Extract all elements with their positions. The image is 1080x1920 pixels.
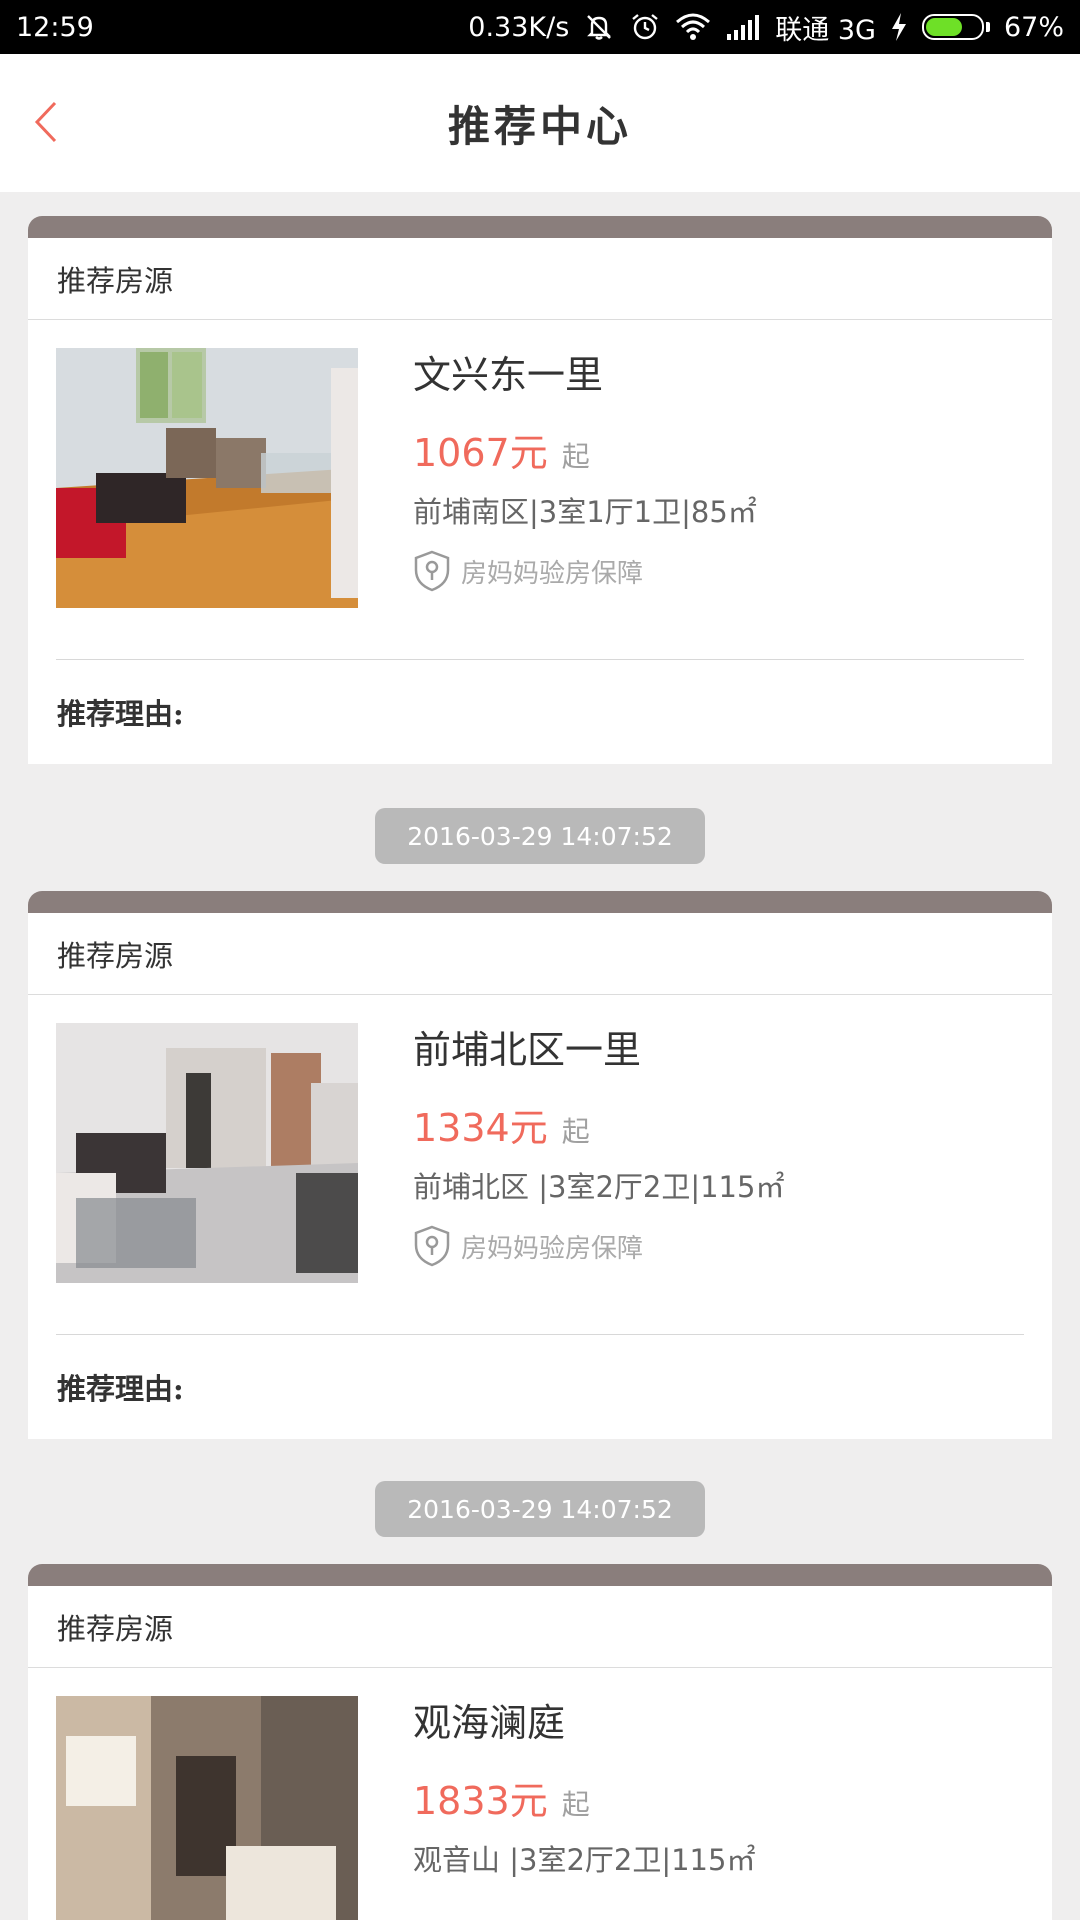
card-top-band bbox=[28, 891, 1052, 913]
listing-name[interactable]: 文兴东一里 bbox=[413, 348, 1032, 408]
alarm-icon bbox=[629, 11, 661, 43]
guarantee-badge: 房妈妈验房保障 bbox=[413, 1225, 1032, 1267]
listing-detail: 前埔南区|3室1厅1卫|85㎡ bbox=[413, 495, 757, 529]
section-label: 推荐房源 bbox=[28, 238, 1052, 320]
guarantee-text: 房妈妈验房保障 bbox=[461, 558, 644, 589]
guarantee-text: 房妈妈验房保障 bbox=[461, 1233, 644, 1264]
listing-name[interactable]: 观海澜庭 bbox=[413, 1696, 1032, 1756]
listing-price: 1334元 bbox=[413, 1106, 548, 1150]
carrier-label: 联通 3G bbox=[775, 14, 876, 46]
battery-icon bbox=[921, 14, 990, 40]
reason-label: 推荐理由: bbox=[57, 1372, 184, 1406]
listing-card[interactable]: 推荐房源 观海澜庭 1833元 起 观音山 |3室2厅2卫|115㎡ bbox=[28, 1564, 1052, 1920]
timestamp-badge: 2016-03-29 14:07:52 bbox=[375, 1481, 705, 1537]
shield-icon bbox=[414, 1225, 450, 1267]
listing-photo[interactable] bbox=[56, 348, 358, 608]
timestamp-badge: 2016-03-29 14:07:52 bbox=[375, 808, 705, 864]
chevron-left-icon bbox=[34, 101, 57, 143]
listing-body[interactable]: 前埔北区一里 1334元 起 前埔北区 |3室2厅2卫|115㎡ 房妈妈验房保障 bbox=[28, 995, 1052, 1335]
price-suffix: 起 bbox=[561, 1788, 590, 1821]
reason-label: 推荐理由: bbox=[57, 697, 184, 731]
section-label: 推荐房源 bbox=[28, 913, 1052, 995]
battery-percent: 67% bbox=[1003, 11, 1064, 43]
price-suffix: 起 bbox=[561, 440, 590, 473]
status-bar: 12:59 0.33K/s 联通 3G 67% bbox=[0, 0, 1080, 54]
back-button[interactable] bbox=[26, 94, 66, 150]
page-title: 推荐中心 bbox=[447, 101, 632, 151]
card-top-band bbox=[28, 1564, 1052, 1586]
divider bbox=[56, 659, 1024, 660]
listing-card[interactable]: 推荐房源 前埔北区一里 1334元 起 前埔北区 |3室2厅2卫|115㎡ 房妈… bbox=[28, 891, 1052, 1439]
divider bbox=[56, 1334, 1024, 1335]
shield-icon bbox=[414, 550, 450, 592]
app-screen: 12:59 0.33K/s 联通 3G 67% 推荐中心 推荐房源 文兴东一里 … bbox=[0, 0, 1080, 1920]
card-top-band bbox=[28, 216, 1052, 238]
wifi-icon bbox=[675, 12, 711, 42]
listing-info: 文兴东一里 1067元 起 前埔南区|3室1厅1卫|85㎡ 房妈妈验房保障 bbox=[413, 348, 1032, 592]
price-row: 1833元 起 bbox=[413, 1770, 1032, 1826]
listing-name[interactable]: 前埔北区一里 bbox=[413, 1023, 1032, 1083]
listing-info: 观海澜庭 1833元 起 观音山 |3室2厅2卫|115㎡ bbox=[413, 1696, 1032, 1882]
listing-detail: 观音山 |3室2厅2卫|115㎡ bbox=[413, 1843, 756, 1877]
listing-body[interactable]: 文兴东一里 1067元 起 前埔南区|3室1厅1卫|85㎡ 房妈妈验房保障 bbox=[28, 320, 1052, 660]
listing-info: 前埔北区一里 1334元 起 前埔北区 |3室2厅2卫|115㎡ 房妈妈验房保障 bbox=[413, 1023, 1032, 1267]
status-time: 12:59 bbox=[16, 11, 94, 43]
signal-icon bbox=[725, 12, 761, 42]
mute-icon bbox=[583, 11, 615, 43]
guarantee-badge: 房妈妈验房保障 bbox=[413, 550, 1032, 592]
price-row: 1334元 起 bbox=[413, 1097, 1032, 1153]
charging-icon bbox=[890, 12, 908, 42]
listing-photo[interactable] bbox=[56, 1023, 358, 1283]
listing-body[interactable]: 观海澜庭 1833元 起 观音山 |3室2厅2卫|115㎡ bbox=[28, 1668, 1052, 1920]
listing-price: 1833元 bbox=[413, 1779, 548, 1823]
price-row: 1067元 起 bbox=[413, 422, 1032, 478]
top-nav-bar: 推荐中心 bbox=[0, 54, 1080, 192]
listing-price: 1067元 bbox=[413, 431, 548, 475]
status-indicators: 0.33K/s 联通 3G 67% bbox=[468, 8, 1064, 47]
listing-detail: 前埔北区 |3室2厅2卫|115㎡ bbox=[413, 1170, 785, 1204]
price-suffix: 起 bbox=[561, 1115, 590, 1148]
net-speed: 0.33K/s bbox=[468, 11, 570, 43]
listing-photo[interactable] bbox=[56, 1696, 358, 1920]
section-label: 推荐房源 bbox=[28, 1586, 1052, 1668]
listing-card[interactable]: 推荐房源 文兴东一里 1067元 起 前埔南区|3室1厅1卫|85㎡ 房妈妈验房… bbox=[28, 216, 1052, 764]
